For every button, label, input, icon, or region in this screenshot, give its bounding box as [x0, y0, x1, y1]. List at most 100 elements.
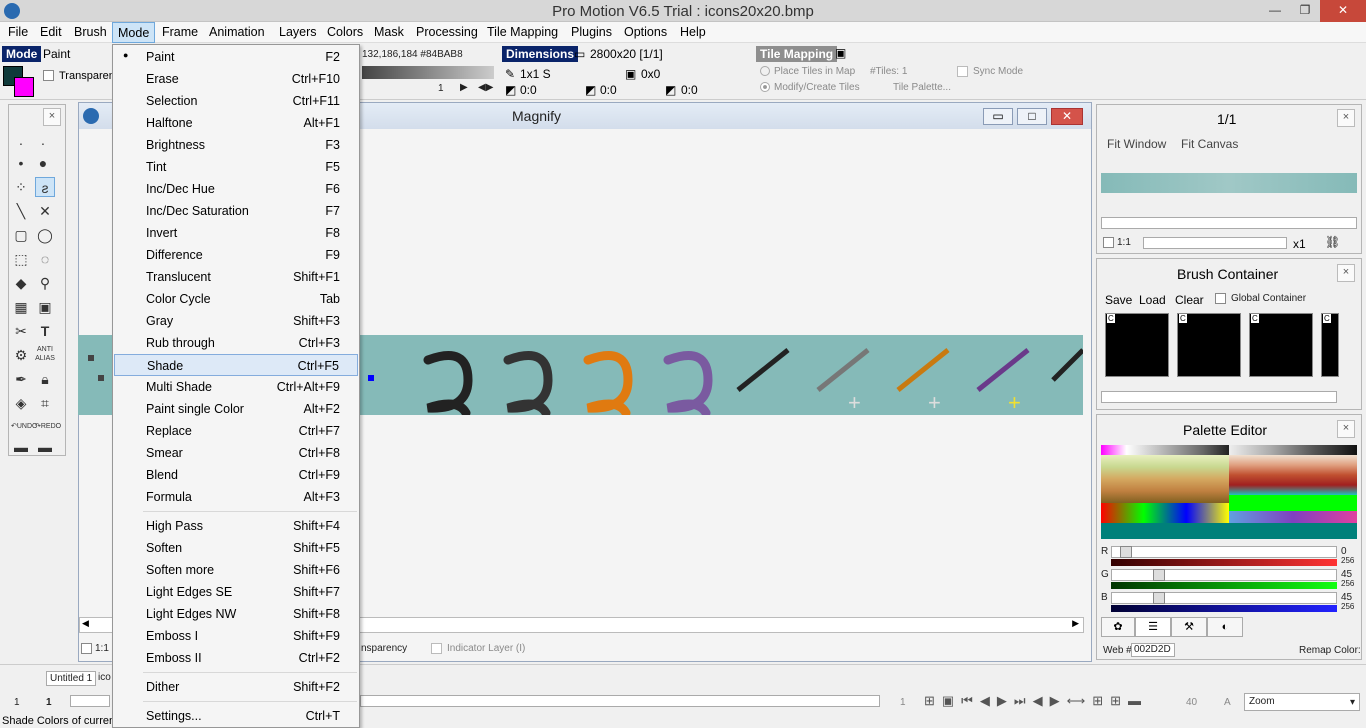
brush-load-button[interactable]: Load: [1139, 293, 1166, 307]
spray-icon[interactable]: ⁘: [11, 177, 31, 197]
mode-menu-item-rub-through[interactable]: Rub through Ctrl+F3: [114, 332, 358, 354]
close-icon[interactable]: ×: [1337, 109, 1355, 127]
brush-save-button[interactable]: Save: [1105, 293, 1132, 307]
palette-colors-tab[interactable]: ✿: [1101, 617, 1135, 637]
frame-slider[interactable]: [360, 695, 880, 707]
curve-icon[interactable]: ✕: [35, 201, 55, 221]
gear-icon[interactable]: ⚙: [11, 345, 31, 365]
mode-menu-item-translucent[interactable]: Translucent Shift+F1: [114, 266, 358, 288]
mode-menu-item-gray[interactable]: Gray Shift+F3: [114, 310, 358, 332]
freehand-icon[interactable]: ƨ: [35, 177, 55, 197]
fit-window-button[interactable]: Fit Window: [1107, 137, 1166, 151]
menu-mode[interactable]: Mode: [112, 22, 156, 43]
brush-scrollbar[interactable]: [1101, 391, 1337, 403]
menu-layers[interactable]: Layers: [279, 25, 317, 39]
mode-menu-item-paint[interactable]: ● Paint F2: [114, 46, 358, 68]
magnify-ratio-checkbox[interactable]: [81, 643, 92, 654]
web-color-input[interactable]: 002D2D: [1131, 643, 1175, 657]
menu-processing[interactable]: Processing: [416, 25, 478, 39]
mode-menu-item-invert[interactable]: Invert F8: [114, 222, 358, 244]
crop-icon[interactable]: ⌗: [35, 393, 55, 413]
dot-small-icon[interactable]: ·: [11, 133, 31, 153]
dot-large-icon[interactable]: ●: [33, 153, 53, 173]
mode-menu-item-high-pass[interactable]: High Pass Shift+F4: [114, 515, 358, 537]
close-icon[interactable]: ×: [1337, 264, 1355, 282]
menu-colors[interactable]: Colors: [327, 25, 363, 39]
menu-brush[interactable]: Brush: [74, 25, 107, 39]
chevron-down-icon[interactable]: ▾: [1350, 697, 1355, 708]
brush-slot[interactable]: C: [1105, 313, 1169, 377]
slider-thumb[interactable]: [1153, 592, 1166, 604]
palette-range-tab[interactable]: ☰: [1135, 617, 1171, 637]
menu-mask[interactable]: Mask: [374, 25, 404, 39]
close-icon[interactable]: ×: [43, 108, 61, 126]
tile-mapping-icon[interactable]: ▣: [835, 46, 846, 60]
brush-slot[interactable]: C: [1249, 313, 1313, 377]
magnify-maximize-button[interactable]: □: [1017, 108, 1047, 125]
blue-slider[interactable]: [1111, 592, 1337, 604]
close-button[interactable]: ✕: [1320, 0, 1366, 22]
background-color-swatch[interactable]: [14, 77, 34, 97]
fit-canvas-button[interactable]: Fit Canvas: [1181, 137, 1238, 151]
animation-controls[interactable]: ⊞▣⏮◀▶⏭◀▶⟷⊞⊞▬: [924, 693, 1148, 709]
mode-menu-item-selection[interactable]: Selection Ctrl+F11: [114, 90, 358, 112]
menu-tile-mapping[interactable]: Tile Mapping: [487, 25, 558, 39]
mode-menu-item-replace[interactable]: Replace Ctrl+F7: [114, 420, 358, 442]
brush-slot[interactable]: C: [1177, 313, 1241, 377]
stamp-icon[interactable]: ✂: [11, 321, 31, 341]
red-slider[interactable]: [1111, 546, 1337, 558]
mode-menu-item-shade[interactable]: Shade Ctrl+F5: [114, 354, 358, 376]
shade-spin-value[interactable]: 1: [438, 83, 444, 94]
slider-thumb[interactable]: [1120, 546, 1132, 558]
mask-icon[interactable]: ◈: [11, 393, 31, 413]
mode-menu-item-dither[interactable]: Dither Shift+F2: [114, 676, 358, 698]
preview-thumbnail[interactable]: [1101, 173, 1357, 193]
mode-menu-item-smear[interactable]: Smear Ctrl+F8: [114, 442, 358, 464]
tab-icons[interactable]: ico: [98, 672, 111, 683]
brush-clear-button[interactable]: Clear: [1175, 293, 1204, 307]
grid-icon[interactable]: ▦: [11, 297, 31, 317]
mode-menu-item-formula[interactable]: Formula Alt+F3: [114, 486, 358, 508]
transparent-checkbox[interactable]: [43, 70, 54, 81]
menu-options[interactable]: Options: [624, 25, 667, 39]
mode-menu-item-tint[interactable]: Tint F5: [114, 156, 358, 178]
mode-menu-item-difference[interactable]: Difference F9: [114, 244, 358, 266]
mode-menu-item-emboss-ii[interactable]: Emboss II Ctrl+F2: [114, 647, 358, 669]
mode-menu-item-inc-dec-hue[interactable]: Inc/Dec Hue F6: [114, 178, 358, 200]
mode-menu-item-color-cycle[interactable]: Color Cycle Tab: [114, 288, 358, 310]
mode-menu-item-multi-shade[interactable]: Multi Shade Ctrl+Alt+F9: [114, 376, 358, 398]
menu-animation[interactable]: Animation: [209, 25, 265, 39]
mode-menu-item-inc-dec-saturation[interactable]: Inc/Dec Saturation F7: [114, 200, 358, 222]
lock-icon[interactable]: 🔒︎: [35, 369, 55, 389]
menu-file[interactable]: File: [8, 25, 28, 39]
modify-tiles-radio[interactable]: [760, 82, 770, 92]
select-rect-icon[interactable]: ⬚: [11, 249, 31, 269]
frame-slider-left[interactable]: [70, 695, 110, 707]
lasso-icon[interactable]: ◌: [35, 249, 55, 269]
arrows-icon[interactable]: ◀▶: [478, 82, 493, 93]
palette-shade-tab[interactable]: ◐: [1207, 617, 1243, 637]
magnify-close-button[interactable]: ✕: [1051, 108, 1083, 125]
magnify-minimize-button[interactable]: ▭: [983, 108, 1013, 125]
zoom-select[interactable]: Zoom: [1244, 693, 1360, 711]
tile-palette-button[interactable]: Tile Palette...: [893, 82, 951, 93]
palette-tools-tab[interactable]: ⚒: [1171, 617, 1207, 637]
place-tiles-radio[interactable]: [760, 66, 770, 76]
bar-icon[interactable]: ▬: [11, 437, 31, 457]
antialias-icon[interactable]: ANTI ALIAS: [35, 345, 55, 365]
mode-menu-item-halftone[interactable]: Halftone Alt+F1: [114, 112, 358, 134]
mode-menu-item-paint-single-color[interactable]: Paint single Color Alt+F2: [114, 398, 358, 420]
mode-menu-item-soften-more[interactable]: Soften more Shift+F6: [114, 559, 358, 581]
mode-menu-item-light-edges-se[interactable]: Light Edges SE Shift+F7: [114, 581, 358, 603]
brush-pick-icon[interactable]: ▣: [35, 297, 55, 317]
fill-icon[interactable]: ◆: [11, 273, 31, 293]
link-icon[interactable]: ⛓: [1325, 235, 1340, 249]
mode-menu-item-emboss-i[interactable]: Emboss I Shift+F9: [114, 625, 358, 647]
menu-help[interactable]: Help: [680, 25, 706, 39]
eyedropper-icon[interactable]: ✒: [11, 369, 31, 389]
bar-icon[interactable]: ▬: [35, 437, 55, 457]
mode-menu-item-blend[interactable]: Blend Ctrl+F9: [114, 464, 358, 486]
brush-slot[interactable]: C: [1321, 313, 1339, 377]
mode-menu-item-erase[interactable]: Erase Ctrl+F10: [114, 68, 358, 90]
rectangle-icon[interactable]: ▢: [11, 225, 31, 245]
